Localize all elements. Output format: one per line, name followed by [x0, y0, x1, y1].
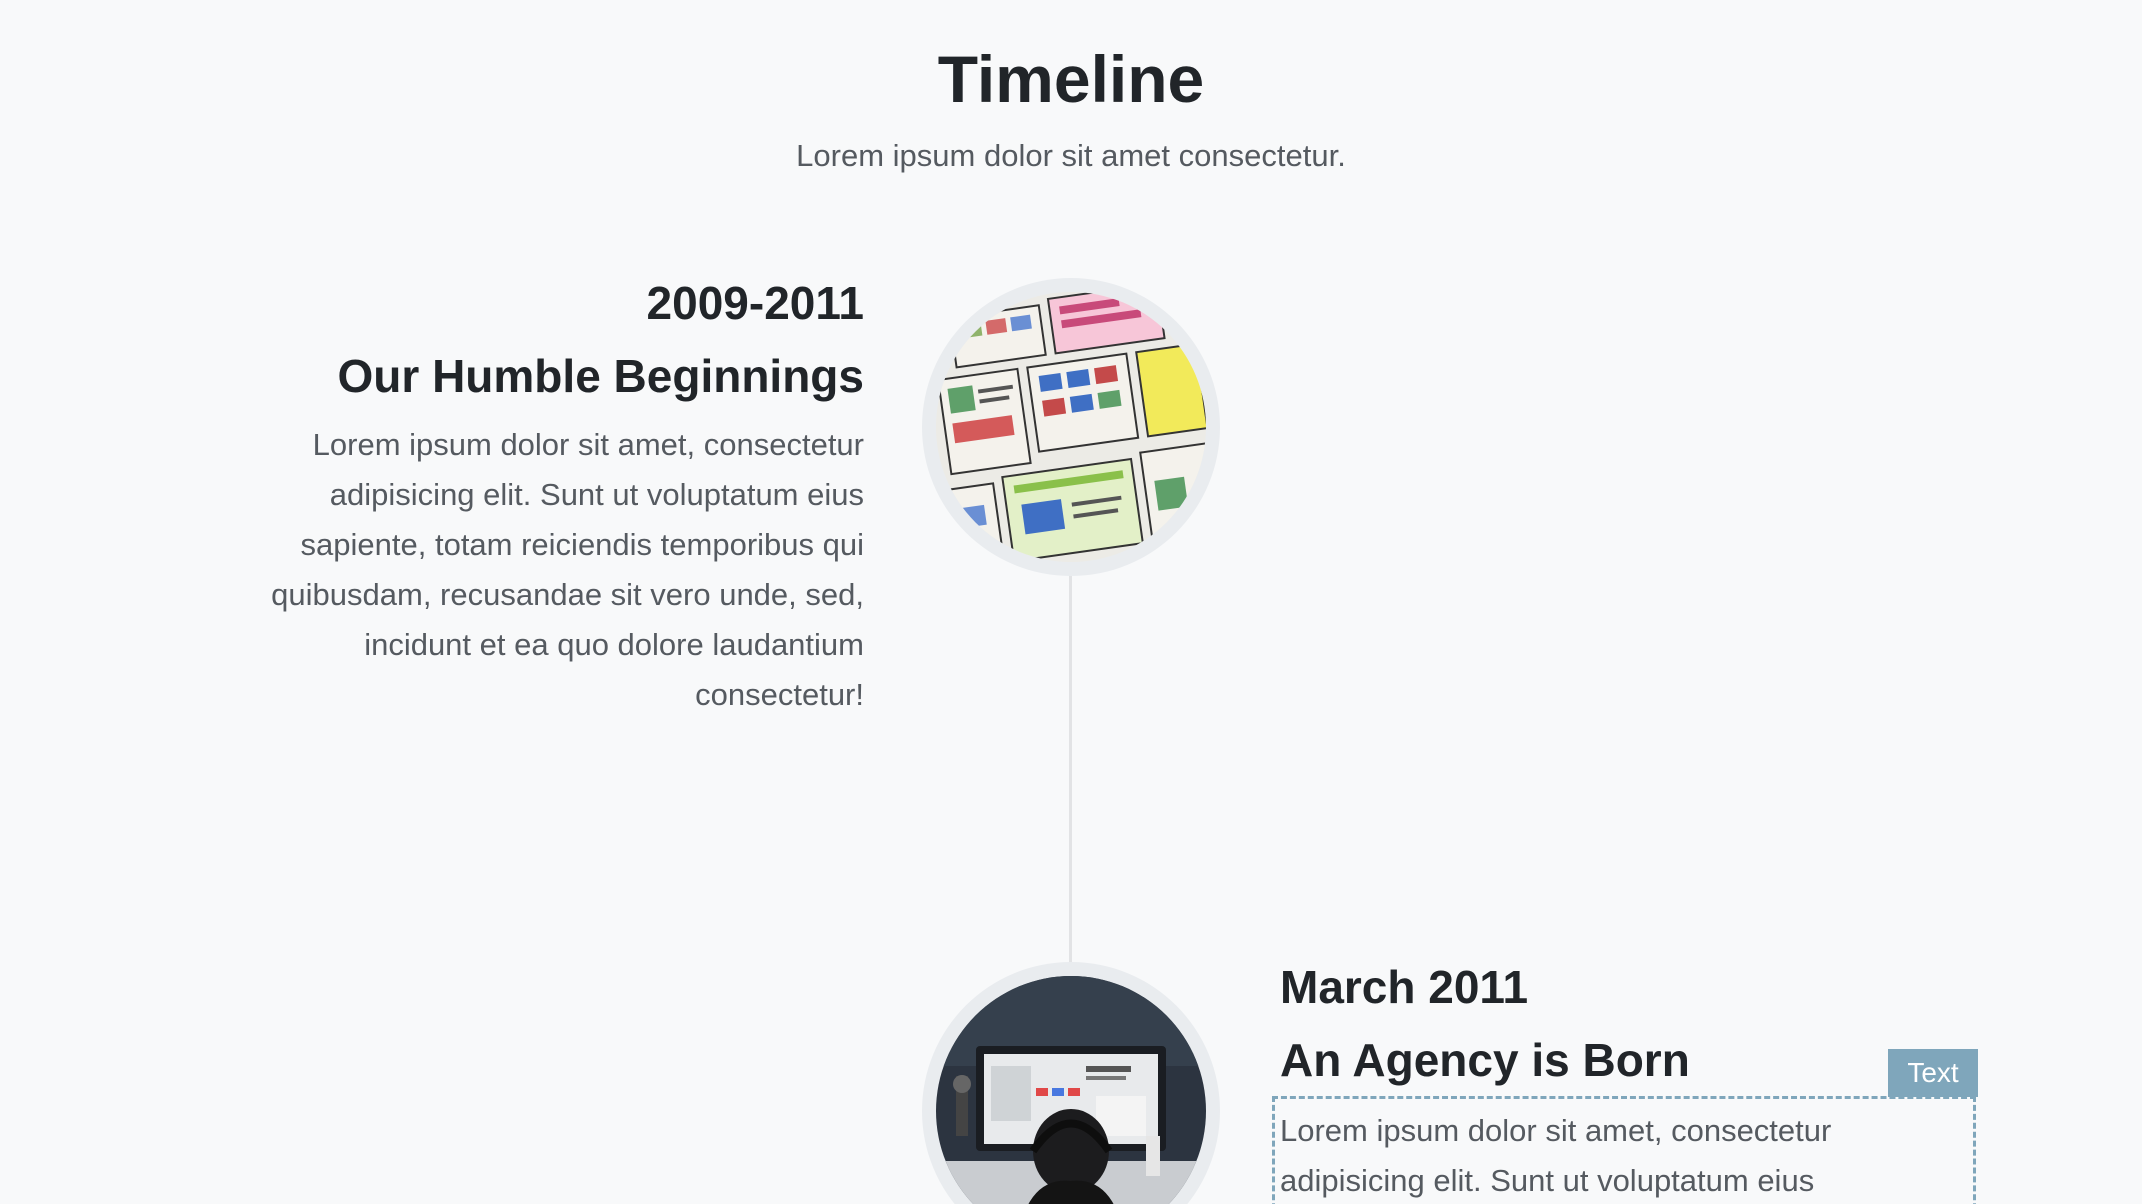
page-title: Timeline: [937, 42, 1205, 116]
sketch-wireframes-image: [936, 292, 1206, 562]
timeline-body-2[interactable]: Lorem ipsum dolor sit amet, consectetur …: [1280, 1106, 1930, 1204]
timeline-title-1: Our Humble Beginnings: [337, 350, 864, 402]
timeline-date-1: 2009-2011: [646, 277, 864, 329]
timeline-connector: [1069, 570, 1072, 970]
page-subtitle: Lorem ipsum dolor sit amet consectetur.: [796, 138, 1346, 173]
timeline-image-2: [922, 962, 1220, 1204]
timeline-image-1: [922, 278, 1220, 576]
person-at-computer-image: [936, 976, 1206, 1204]
timeline-title-2: An Agency is Born: [1280, 1034, 1690, 1086]
timeline-body-1: Lorem ipsum dolor sit amet, consectetur …: [271, 427, 864, 712]
timeline-page: Timeline Lorem ipsum dolor sit amet cons…: [0, 0, 2142, 1204]
editor-text-badge[interactable]: Text: [1888, 1049, 1978, 1097]
timeline-date-2: March 2011: [1280, 961, 1529, 1013]
